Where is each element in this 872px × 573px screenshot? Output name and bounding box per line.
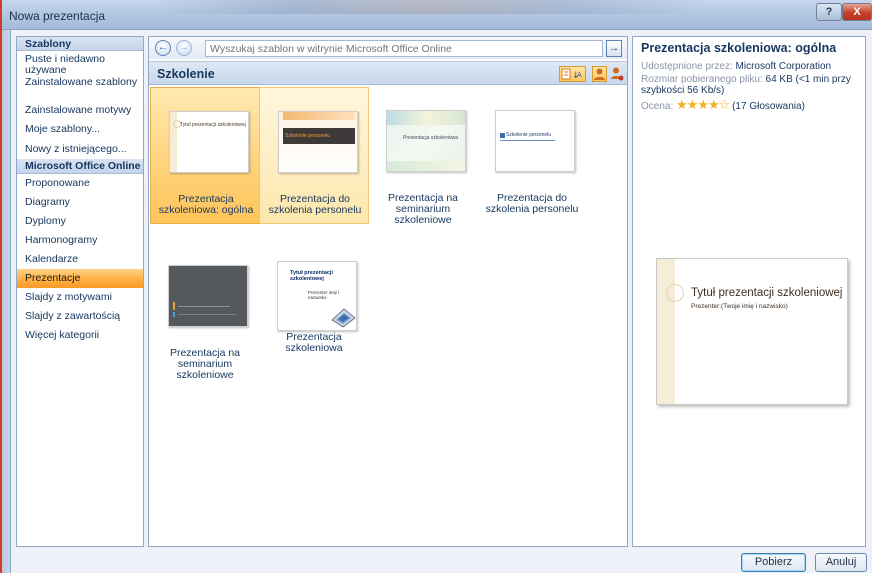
sort-icon[interactable]: ↓ A xyxy=(559,66,586,82)
template-tile[interactable]: Tytuł prezentacji szkoleniowej Prezentac… xyxy=(150,87,260,224)
template-label: Prezentacja do szkolenia personelu xyxy=(485,192,579,215)
template-categories-pane: Szablony Puste i niedawno używane Zainst… xyxy=(16,36,144,547)
nav-item-content-slides[interactable]: Slajdy z zawartością xyxy=(17,307,143,326)
templates-pane: ← → → Szkolenie ↓A Tytuł prezentacji szk… xyxy=(148,36,628,547)
template-label: Prezentacja na seminarium szkoleniowe xyxy=(169,347,241,381)
nav-item-installed-themes[interactable]: Zainstalowane motywy xyxy=(17,101,143,120)
user-rating-icon[interactable] xyxy=(610,66,624,82)
cancel-button[interactable]: Anuluj xyxy=(815,553,867,572)
thumb-title: Prezentacja szkoleniowa xyxy=(403,135,459,141)
provided-by-value: Microsoft Corporation xyxy=(735,61,832,72)
user-icon[interactable] xyxy=(592,66,607,82)
provided-by-row: Udostępnione przez: Microsoft Corporatio… xyxy=(641,61,831,72)
nav-item-installed-templates[interactable]: Zainstalowane szablony xyxy=(17,77,143,101)
nav-item-recent[interactable]: Puste i niedawno używane xyxy=(17,51,143,77)
template-thumbnail: Prezentacja szkoleniowa xyxy=(386,110,466,172)
template-label: Prezentacja szkoleniowa xyxy=(285,331,343,354)
thumb-title: Tytuł prezentacji szkoleniowej xyxy=(290,270,333,282)
file-size-row: Rozmiar pobieranego pliku: 64 KB (<1 min… xyxy=(641,74,861,96)
nav-item-my-templates[interactable]: Moje szablony... xyxy=(17,120,143,139)
search-toolbar: ← → → xyxy=(149,37,627,59)
forward-button[interactable]: → xyxy=(176,40,192,56)
template-thumbnail: Tytuł prezentacji szkoleniowej xyxy=(169,111,249,173)
rating-row: Ocena: ★★★★☆ (17 Głosowania) xyxy=(641,97,805,113)
template-thumbnail xyxy=(168,265,248,327)
nav-item-more-categories[interactable]: Więcej kategorii xyxy=(17,326,143,345)
nav-item-new-from-existing[interactable]: Nowy z istniejącego... xyxy=(17,139,143,159)
search-go-button[interactable]: → xyxy=(606,40,622,57)
svg-text:A: A xyxy=(577,71,582,79)
section-header: Szkolenie ↓ A xyxy=(149,61,627,85)
template-tile[interactable]: Tytuł prezentacji szkoleniowej Prezenter… xyxy=(259,242,369,379)
provided-by-label: Udostępnione przez: xyxy=(641,61,733,72)
star-rating-icon: ★★★★☆ xyxy=(676,97,730,112)
template-preview: Tytuł prezentacji szkoleniowej Prezenter… xyxy=(656,258,848,405)
template-thumbnail: Szkolenie personelu xyxy=(495,110,575,172)
template-details-pane: Prezentacja szkoleniowa: ogólna Udostępn… xyxy=(632,36,866,547)
thumb-title: Szkolenie personelu xyxy=(506,132,552,138)
nav-header-office-online: Microsoft Office Online xyxy=(17,159,143,174)
back-button[interactable]: ← xyxy=(155,40,171,56)
rating-label: Ocena: xyxy=(641,101,674,112)
nav-item-diplomas[interactable]: Dyplomy xyxy=(17,212,143,231)
nav-item-diagrams[interactable]: Diagramy xyxy=(17,193,143,212)
thumb-title: Tytuł prezentacji szkoleniowej xyxy=(180,122,246,128)
nav-item-theme-slides[interactable]: Slajdy z motywami xyxy=(17,288,143,307)
template-tile[interactable]: Szkolenie personelu Prezentacja do szkol… xyxy=(477,87,587,224)
nav-item-presentations[interactable]: Prezentacje xyxy=(17,269,143,288)
template-thumbnail: Tytuł prezentacji szkoleniowej Prezenter… xyxy=(277,261,357,331)
template-label: Prezentacja do szkolenia personelu xyxy=(268,193,362,216)
thumb-subtitle: Prezenter imię i nazwisko xyxy=(308,290,340,300)
rating-votes[interactable]: (17 Głosowania) xyxy=(732,101,805,112)
preview-title: Tytuł prezentacji szkoleniowej xyxy=(691,287,843,299)
background-edge xyxy=(0,0,2,573)
search-input[interactable] xyxy=(205,40,603,57)
nav-item-calendars[interactable]: Kalendarze xyxy=(17,250,143,269)
section-title: Szkolenie xyxy=(157,67,215,81)
template-tile[interactable]: Szkolenie personelu Prezentacja do szkol… xyxy=(259,87,369,224)
nav-item-schedules[interactable]: Harmonogramy xyxy=(17,231,143,250)
preview-subtitle: Prezenter:(Twoje imię i nazwisko) xyxy=(691,303,788,310)
template-label: Prezentacja szkoleniowa: ogólna xyxy=(158,193,254,216)
help-button[interactable]: ? xyxy=(816,3,842,21)
template-tile[interactable]: Prezentacja szkoleniowa Prezentacja na s… xyxy=(368,87,478,226)
template-thumbnail: Szkolenie personelu xyxy=(278,111,358,173)
nav-item-featured[interactable]: Proponowane xyxy=(17,174,143,193)
nav-header-templates: Szablony xyxy=(17,37,143,51)
template-label: Prezentacja na seminarium szkoleniowe xyxy=(387,192,459,226)
thumb-title: Szkolenie personelu xyxy=(285,133,331,139)
template-tile[interactable]: Prezentacja na seminarium szkoleniowe xyxy=(150,242,260,381)
file-size-label: Rozmiar pobieranego pliku: xyxy=(641,74,763,85)
download-button[interactable]: Pobierz xyxy=(741,553,806,572)
title-bar-blur xyxy=(150,0,710,14)
projector-icon xyxy=(331,308,356,328)
title-bar: Nowa prezentacja ? X xyxy=(0,0,872,30)
window-title: Nowa prezentacja xyxy=(9,9,106,23)
details-title: Prezentacja szkoleniowa: ogólna xyxy=(641,41,837,55)
close-button[interactable]: X xyxy=(842,3,872,21)
